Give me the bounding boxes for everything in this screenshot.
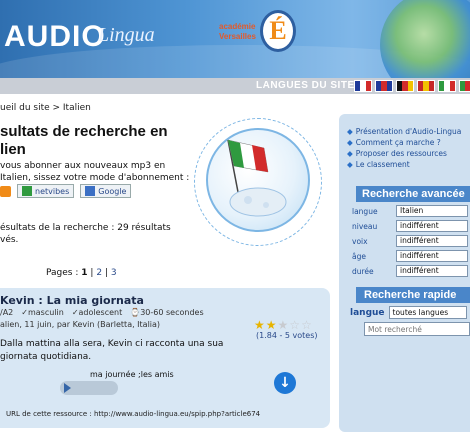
page-3-link[interactable]: 3 <box>111 268 117 278</box>
star-icon[interactable]: ★ <box>266 318 277 332</box>
star-icon[interactable]: ★ <box>278 318 289 332</box>
advanced-row-duration: durée indifférent <box>352 264 468 278</box>
result-title[interactable]: Kevin : La mia giornata <box>0 294 144 307</box>
star-icon[interactable]: ★ <box>254 318 265 332</box>
star-icon[interactable]: ☆ <box>289 318 300 332</box>
page-title: sultats de recherche en lien <box>0 123 180 159</box>
rf-logo-letter: É <box>269 16 287 45</box>
spain-flag[interactable] <box>417 80 435 92</box>
quick-language-select[interactable]: toutes langues <box>388 306 467 319</box>
site-logo[interactable]: AUDIO <box>4 20 106 54</box>
advanced-label: voix <box>352 236 368 246</box>
advanced-label: durée <box>352 266 374 276</box>
page-title-line-1: sultats de recherche en <box>0 123 168 140</box>
advanced-row-voice: voix indifférent <box>352 234 468 248</box>
page-2-link[interactable]: 2 <box>96 268 102 278</box>
advanced-label: niveau <box>352 221 378 231</box>
rss-icon[interactable] <box>0 185 11 197</box>
level-select[interactable]: indifférent <box>396 220 468 232</box>
portugal-flag[interactable] <box>459 80 470 92</box>
bullet-icon: ◆ <box>347 127 353 136</box>
subscribe-options: netvibes Google <box>0 184 132 198</box>
site-logo-sub: Lingua <box>98 24 155 46</box>
flag-on-globe-icon <box>227 139 287 217</box>
result-tags: /A2 ✓masculin ✓adolescent ⌚30-60 seconde… <box>0 308 204 317</box>
audio-player[interactable] <box>60 381 118 395</box>
bullet-icon: ◆ <box>347 149 353 158</box>
netvibes-icon <box>22 186 32 196</box>
tag-age: ✓adolescent <box>71 308 123 317</box>
france-flag[interactable] <box>354 80 372 92</box>
advanced-label: langue <box>352 206 378 216</box>
result-description: Dalla mattina alla sera, Kevin ci raccon… <box>0 339 224 362</box>
google-label: Google <box>98 186 127 196</box>
academie-line-2: Versailles <box>219 32 256 41</box>
sidebar-link-label: Comment ça marche ? <box>355 138 441 147</box>
sidebar-link-how[interactable]: ◆ Comment ça marche ? <box>347 137 461 148</box>
tag-gender: ✓masculin <box>21 308 64 317</box>
tag-duration: ⌚30-60 secondes <box>130 308 204 317</box>
globe-illustration <box>206 128 310 232</box>
result-meta: alien, 11 juin, par Kevin (Barletta, Ita… <box>0 320 161 329</box>
download-button[interactable]: ↓ <box>274 372 296 394</box>
advanced-search-form: langue Italien niveau indifférent voix i… <box>352 204 468 279</box>
search-input[interactable] <box>364 322 470 336</box>
page-1[interactable]: 1 <box>81 268 87 278</box>
page-title-line-2: lien <box>0 141 26 158</box>
sidebar-links: ◆ Présentation d'Audio-Lingua ◆ Comment ça… <box>347 126 461 170</box>
quick-search-row: langue toutes langues <box>350 306 467 319</box>
languages-bar-label: LANGUES DU SITE <box>256 80 355 91</box>
sidebar-link-label: Le classement <box>355 160 410 169</box>
academie-line-1: académie <box>219 22 256 31</box>
italy-flag[interactable] <box>438 80 456 92</box>
advanced-row-language: langue Italien <box>352 204 468 218</box>
netvibes-label: netvibes <box>35 186 70 196</box>
rating-votes: (1.84 - 5 votes) <box>256 331 318 340</box>
pages-separator: | <box>104 268 108 278</box>
duration-select[interactable]: indifférent <box>396 265 468 277</box>
age-select[interactable]: indifférent <box>396 250 468 262</box>
sidebar-link-ranking[interactable]: ◆ Le classement <box>347 159 461 170</box>
sidebar-link-label: Proposer des ressources <box>355 149 447 158</box>
quick-search-title: Recherche rapide <box>356 287 470 303</box>
netvibes-button[interactable]: netvibes <box>17 184 75 198</box>
germany-flag[interactable] <box>396 80 414 92</box>
star-icon[interactable]: ☆ <box>301 318 312 332</box>
pages-separator: | <box>90 268 94 278</box>
tag-level: /A2 <box>0 308 14 317</box>
google-button[interactable]: Google <box>80 184 132 198</box>
results-count: ésultats de la recherche : 29 résultats … <box>0 223 171 245</box>
advanced-row-age: âge indifférent <box>352 249 468 263</box>
advanced-label: âge <box>352 251 366 261</box>
resource-url[interactable]: URL de cette ressource : http://www.audi… <box>6 410 260 418</box>
pagination: Pages : 1 | 2 | 3 <box>46 268 117 278</box>
quick-language-label: langue <box>350 307 385 318</box>
download-arrow-icon: ↓ <box>279 375 291 391</box>
voice-select[interactable]: indifférent <box>396 235 468 247</box>
bullet-icon: ◆ <box>347 138 353 147</box>
advanced-search-title: Recherche avancée <box>356 186 470 202</box>
language-flags <box>354 80 470 92</box>
language-select[interactable]: Italien <box>396 205 468 217</box>
play-icon[interactable] <box>64 383 71 393</box>
bullet-icon: ◆ <box>347 160 353 169</box>
uk-flag[interactable] <box>375 80 393 92</box>
sidebar-link-propose[interactable]: ◆ Proposer des ressources <box>347 148 461 159</box>
sidebar-link-label: Présentation d'Audio-Lingua <box>355 127 462 136</box>
rating-stars[interactable]: ★ ★ ★ ☆ ☆ <box>254 318 312 332</box>
subscribe-intro: vous abonner aux nouveaux mp3 en Italien… <box>0 161 190 183</box>
sidebar-link-presentation[interactable]: ◆ Présentation d'Audio-Lingua <box>347 126 461 137</box>
globe-decoration <box>380 0 470 82</box>
academie-label: académie Versailles <box>219 22 256 42</box>
audio-label: ma journée ;les amis <box>90 370 174 379</box>
breadcrumb[interactable]: ueil du site > Italien <box>0 103 91 113</box>
advanced-row-level: niveau indifférent <box>352 219 468 233</box>
google-icon <box>85 186 96 196</box>
republique-francaise-logo: É <box>260 10 296 52</box>
pages-label: Pages : <box>46 268 79 278</box>
